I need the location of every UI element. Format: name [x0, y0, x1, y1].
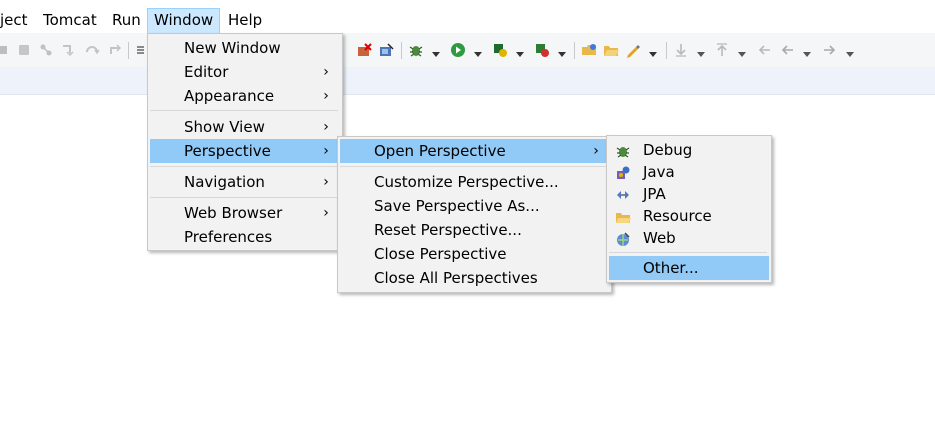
chevron-down-icon[interactable] [515, 45, 525, 57]
menu-run[interactable]: Run [106, 8, 147, 32]
open-folder-icon[interactable] [603, 42, 619, 58]
disconnect-icon[interactable] [38, 42, 54, 58]
run-icon[interactable] [450, 42, 466, 58]
menu-item-perspective[interactable]: Perspective › [150, 139, 338, 163]
menu-item-show-view[interactable]: Show View › [150, 116, 338, 139]
submenu-arrow-icon: › [323, 205, 329, 221]
chevron-down-icon[interactable] [845, 45, 855, 57]
new-project-icon[interactable] [581, 42, 597, 58]
submenu-arrow-icon: › [323, 64, 329, 80]
last-edit-location-icon[interactable] [756, 42, 772, 58]
menu-separator [340, 166, 607, 167]
pencil-icon[interactable] [625, 42, 641, 58]
forward-arrow-icon[interactable] [822, 42, 838, 58]
menu-bar: ject Tomcat Run Window Help [0, 8, 935, 34]
menu-separator [150, 110, 338, 111]
menu-window[interactable]: Window [147, 8, 221, 34]
debug-bug-icon[interactable] [408, 42, 424, 58]
chevron-down-icon[interactable] [648, 45, 658, 57]
menu-item-resource[interactable]: Resource [609, 205, 767, 228]
stop-icon[interactable] [16, 42, 32, 58]
menu-separator [150, 197, 338, 198]
step-return-icon[interactable] [107, 42, 123, 58]
toolbar-separator [401, 42, 402, 59]
toolbar-separator [574, 42, 575, 59]
menu-item-editor[interactable]: Editor › [150, 61, 338, 84]
submenu-arrow-icon: › [323, 119, 329, 135]
chevron-down-icon[interactable] [473, 45, 483, 57]
submenu-arrow-icon: › [323, 174, 329, 190]
perspective-submenu: Open Perspective › Customize Perspective… [337, 136, 612, 293]
window-menu: New Window Editor › Appearance › Show Vi… [147, 33, 343, 251]
menu-item-other[interactable]: Other... [609, 256, 769, 280]
disabled-button-icon[interactable] [0, 42, 16, 58]
menu-separator [150, 166, 338, 167]
menu-item-navigation[interactable]: Navigation › [150, 171, 338, 194]
previous-annotation-icon[interactable] [714, 42, 730, 58]
chevron-down-icon[interactable] [802, 45, 812, 57]
menu-item-close-perspective[interactable]: Close Perspective [340, 243, 607, 266]
publish-server-icon[interactable] [379, 42, 395, 58]
menu-item-preferences[interactable]: Preferences [150, 226, 338, 249]
jpa-icon [615, 187, 631, 203]
chevron-down-icon[interactable] [431, 45, 441, 57]
chevron-down-icon[interactable] [737, 45, 747, 57]
main-toolbar [0, 33, 935, 67]
menu-item-reset-perspective[interactable]: Reset Perspective... [340, 219, 607, 242]
menu-item-debug[interactable]: Debug [609, 139, 767, 162]
menu-item-new-window[interactable]: New Window [150, 37, 338, 60]
menu-item-java[interactable]: Java [609, 161, 767, 184]
menu-separator [609, 252, 767, 253]
folder-resource-icon [615, 209, 631, 225]
submenu-arrow-icon: › [593, 143, 599, 159]
menu-item-open-perspective[interactable]: Open Perspective › [340, 139, 607, 163]
web-globe-icon [615, 231, 631, 247]
debug-bug-icon [615, 143, 631, 159]
menu-item-jpa[interactable]: JPA [609, 183, 767, 206]
menu-item-web[interactable]: Web [609, 227, 767, 250]
chevron-down-icon[interactable] [557, 45, 567, 57]
submenu-arrow-icon: › [323, 143, 329, 159]
next-annotation-icon[interactable] [673, 42, 689, 58]
toolbar-separator [128, 42, 129, 59]
menu-project[interactable]: ject [0, 8, 34, 32]
open-perspective-submenu: Debug Java JPA Resource Web Other... [606, 135, 772, 283]
menu-item-web-browser[interactable]: Web Browser › [150, 202, 338, 225]
external-tools-icon[interactable] [534, 42, 550, 58]
perspective-strip [0, 67, 935, 95]
java-perspective-icon [615, 165, 631, 181]
back-arrow-icon[interactable] [779, 42, 795, 58]
menu-item-customize-perspective[interactable]: Customize Perspective... [340, 171, 607, 194]
chevron-down-icon[interactable] [696, 45, 706, 57]
menu-item-appearance[interactable]: Appearance › [150, 85, 338, 108]
coverage-icon[interactable] [492, 42, 508, 58]
menu-item-save-perspective-as[interactable]: Save Perspective As... [340, 195, 607, 218]
stop-server-icon[interactable] [357, 42, 373, 58]
step-over-icon[interactable] [84, 42, 100, 58]
step-into-icon[interactable] [60, 42, 76, 58]
menu-tomcat[interactable]: Tomcat [37, 8, 103, 32]
submenu-arrow-icon: › [323, 88, 329, 104]
menu-item-close-all-perspectives[interactable]: Close All Perspectives [340, 267, 607, 290]
toolbar-separator [666, 42, 667, 59]
menu-help[interactable]: Help [222, 8, 268, 32]
